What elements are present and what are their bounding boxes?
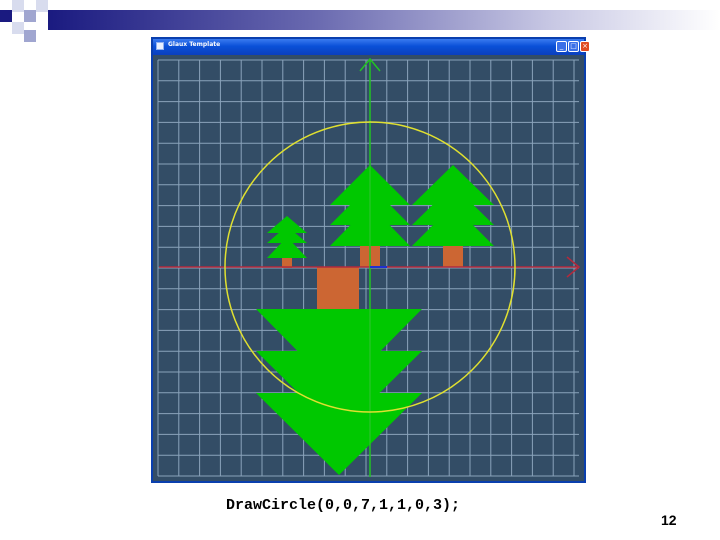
app-window-icon — [156, 42, 164, 50]
window-titlebar[interactable]: Glaux Template _ □ × — [153, 39, 590, 55]
code-caption: DrawCircle(0,0,7,1,1,0,3); — [226, 497, 461, 514]
close-icon: × — [582, 42, 588, 50]
window-title: Glaux Template — [168, 41, 221, 48]
decor-square — [24, 10, 36, 22]
decor-square — [0, 10, 12, 22]
tree-trunk — [443, 246, 463, 267]
decor-square — [36, 0, 48, 12]
tree-trunk — [317, 267, 359, 309]
maximize-button[interactable]: □ — [568, 41, 579, 52]
decor-square — [12, 22, 24, 34]
maximize-icon: □ — [570, 42, 577, 50]
slide-header-band — [0, 0, 720, 42]
opengl-canvas[interactable] — [153, 55, 584, 481]
minimize-icon: _ — [559, 42, 564, 50]
minimize-button[interactable]: _ — [556, 41, 567, 52]
slide-title-bar — [48, 10, 720, 30]
glaux-window[interactable]: Glaux Template _ □ × — [151, 37, 590, 483]
page-number: 12 — [661, 512, 677, 528]
close-button[interactable]: × — [580, 41, 590, 52]
decor-square — [24, 30, 36, 42]
decor-square — [12, 0, 24, 12]
